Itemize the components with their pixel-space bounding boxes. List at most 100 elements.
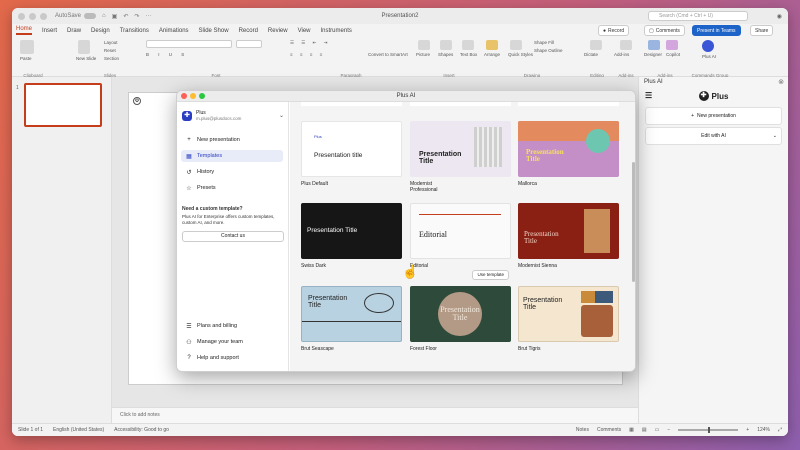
template-card-forest-floor[interactable]: Presentation Title Forest Floor xyxy=(410,286,511,352)
copilot-icon[interactable] xyxy=(666,40,678,50)
account-icon[interactable]: ◉ xyxy=(777,13,782,20)
nav-manage-team[interactable]: ⚇ Manage your team xyxy=(181,336,283,348)
new-presentation-button[interactable]: + New presentation xyxy=(645,107,782,125)
reset-button[interactable]: Reset xyxy=(104,48,116,53)
designer-badge-icon[interactable]: ⚙ xyxy=(133,97,141,105)
language-status[interactable]: English (United States) xyxy=(53,427,104,433)
template-card-partial[interactable] xyxy=(301,102,402,106)
new-slide-icon[interactable] xyxy=(78,40,90,54)
font-name-select[interactable] xyxy=(146,40,232,48)
nav-templates[interactable]: ▦ Templates xyxy=(181,150,283,162)
dialog-close-button[interactable] xyxy=(181,93,187,99)
zoom-window-button[interactable] xyxy=(40,12,47,20)
normal-view-icon[interactable]: ▦ xyxy=(629,427,634,433)
template-card-partial[interactable] xyxy=(410,102,511,106)
gallery-scrollbar[interactable] xyxy=(632,162,635,282)
comments-toggle[interactable]: Comments xyxy=(597,427,621,433)
alignment-buttons[interactable]: ≡ ≡ ≡ ≡ xyxy=(290,52,325,57)
search-input[interactable]: Search (Cmd + Ctrl + U) xyxy=(648,11,748,21)
present-in-teams-button[interactable]: Present in Teams xyxy=(692,25,741,36)
zoom-slider-knob[interactable] xyxy=(708,427,711,433)
nav-presets[interactable]: ☆ Presets xyxy=(181,182,283,194)
zoom-slider[interactable] xyxy=(678,427,739,433)
tab-animations[interactable]: Animations xyxy=(159,28,189,35)
redo-icon[interactable]: ↷ xyxy=(134,13,139,20)
chevron-down-icon: ⌄ xyxy=(772,133,777,139)
nav-help-support[interactable]: ? Help and support xyxy=(181,352,283,364)
close-window-button[interactable] xyxy=(18,12,25,20)
template-card-modernist-sienna[interactable]: Presentation Title Modernist Sienna xyxy=(518,203,619,269)
layout-button[interactable]: Layout xyxy=(104,40,118,45)
designer-icon[interactable] xyxy=(648,40,660,50)
contact-us-button[interactable]: Contact us xyxy=(182,231,284,242)
save-icon[interactable]: ▣ xyxy=(112,13,118,20)
addins-icon[interactable] xyxy=(620,40,632,50)
dictate-icon[interactable] xyxy=(590,40,602,50)
notes-area[interactable]: Click to add notes xyxy=(112,407,638,423)
plus-icon: + xyxy=(691,113,694,119)
tab-home[interactable]: Home xyxy=(16,26,33,35)
shape-fill-button[interactable]: Shape Fill xyxy=(534,40,554,45)
notes-toggle[interactable]: Notes xyxy=(576,427,589,433)
tab-draw[interactable]: Draw xyxy=(67,28,81,35)
tab-design[interactable]: Design xyxy=(91,28,110,35)
template-name: Plus Default xyxy=(301,181,328,187)
edit-with-ai-button[interactable]: Edit with AI ⌄ xyxy=(645,127,782,145)
minimize-window-button[interactable] xyxy=(29,12,36,20)
template-card-modernist-professional[interactable]: Presentation Title Modernist Professiona… xyxy=(410,121,511,193)
dialog-zoom-button[interactable] xyxy=(199,93,205,99)
template-card-mallorca[interactable]: Presentation Title Mallorca xyxy=(518,121,619,187)
arrange-icon[interactable] xyxy=(486,40,498,50)
tab-review[interactable]: Review xyxy=(268,28,288,35)
use-template-button[interactable]: Use template xyxy=(472,270,509,280)
tab-record[interactable]: Record xyxy=(239,28,258,35)
nav-history[interactable]: ↺ History xyxy=(181,166,283,178)
more-icon[interactable]: ··· xyxy=(145,13,151,19)
template-card-brut-tigris[interactable]: Presentation Title Brut Tigris xyxy=(518,286,619,352)
hamburger-menu-icon[interactable]: ☰ xyxy=(645,91,652,100)
convert-smartart-button[interactable]: Convert to SmartArt xyxy=(368,52,408,57)
fit-slide-icon[interactable]: ⤢ xyxy=(778,427,782,433)
font-format-buttons[interactable]: B I U S xyxy=(146,52,188,57)
slide-sorter-icon[interactable]: ▤ xyxy=(642,427,647,433)
template-card-swiss-dark[interactable]: Presentation Title Swiss Dark xyxy=(301,203,402,269)
shapes-icon[interactable] xyxy=(440,40,452,50)
template-card-brut-seascape[interactable]: Presentation Title Brut Seascape xyxy=(301,286,402,352)
shape-outline-button[interactable]: Shape Outline xyxy=(534,48,563,53)
comments-button[interactable]: ▢ Comments xyxy=(644,25,685,36)
account-email: m.plus@plusdocs.com xyxy=(196,116,242,121)
undo-icon[interactable]: ↶ xyxy=(123,13,128,20)
template-card-partial[interactable] xyxy=(518,102,619,106)
template-card-editorial[interactable]: Editorial Editorial Use template xyxy=(410,203,511,280)
template-card-plus-default[interactable]: Plus Presentation title Plus Default xyxy=(301,121,402,187)
zoom-out-icon[interactable]: − xyxy=(667,427,670,433)
tab-instruments[interactable]: Instruments xyxy=(321,28,352,35)
paragraph-list-buttons[interactable]: ☰ ☰ ⇤ ⇥ xyxy=(290,40,330,46)
tab-transitions[interactable]: Transitions xyxy=(120,28,149,35)
picture-icon[interactable] xyxy=(418,40,430,50)
tab-view[interactable]: View xyxy=(298,28,311,35)
tab-insert[interactable]: Insert xyxy=(42,28,57,35)
home-icon[interactable]: ⌂ xyxy=(102,13,106,19)
share-button[interactable]: Share xyxy=(750,25,774,36)
autosave-toggle[interactable]: AutoSave xyxy=(55,13,97,19)
section-button[interactable]: Section xyxy=(104,56,119,61)
record-button[interactable]: ● Record xyxy=(598,25,630,36)
reading-view-icon[interactable]: ▭ xyxy=(655,427,660,433)
plus-ai-icon[interactable] xyxy=(702,40,714,52)
account-switcher[interactable]: ✚ Plus m.plus@plusdocs.com ⌄ xyxy=(182,110,284,121)
text-box-icon[interactable] xyxy=(462,40,474,50)
dialog-minimize-button[interactable] xyxy=(190,93,196,99)
slide-thumbnail[interactable] xyxy=(24,83,102,127)
zoom-in-icon[interactable]: + xyxy=(746,427,749,433)
nav-new-presentation[interactable]: + New presentation xyxy=(181,134,283,146)
accessibility-status[interactable]: Accessibility: Good to go xyxy=(114,427,169,433)
zoom-level[interactable]: 124% xyxy=(757,427,770,433)
paste-icon[interactable] xyxy=(20,40,34,54)
font-size-select[interactable] xyxy=(236,40,262,48)
tab-slide-show[interactable]: Slide Show xyxy=(199,28,229,35)
text-box-label: Text Box xyxy=(460,52,478,57)
quick-styles-icon[interactable] xyxy=(510,40,522,50)
nav-plans-billing[interactable]: ☰ Plans and billing xyxy=(181,320,283,332)
close-icon[interactable]: ⊗ xyxy=(778,78,784,86)
